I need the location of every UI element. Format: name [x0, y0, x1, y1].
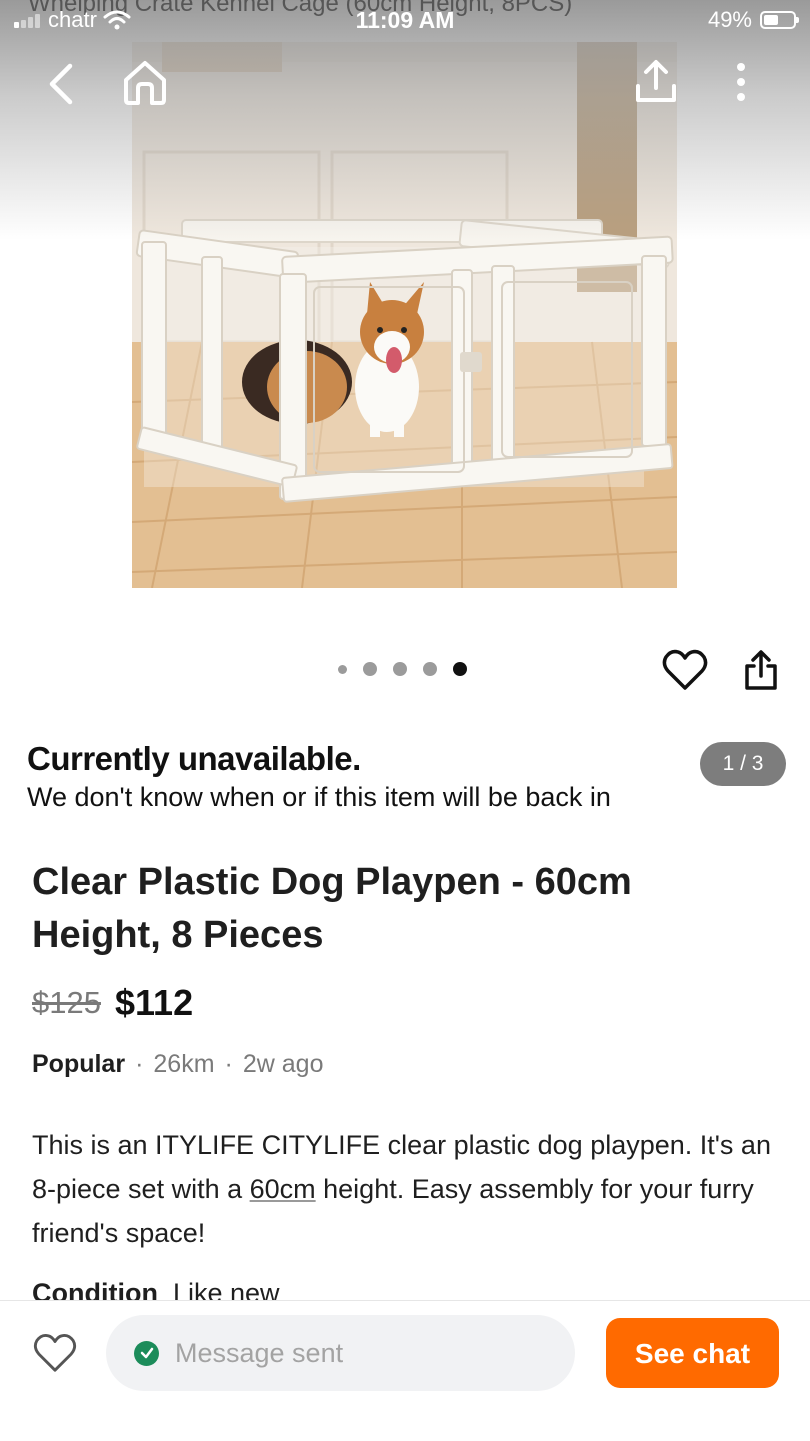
gallery-dot-active[interactable] — [453, 662, 467, 676]
clock: 11:09 AM — [355, 7, 455, 33]
share-button-top[interactable] — [632, 58, 680, 111]
heart-icon — [662, 649, 708, 690]
condition-row: Condition Like new — [32, 1278, 280, 1300]
distance: 26km — [153, 1050, 215, 1078]
heart-icon — [33, 1333, 77, 1372]
back-button[interactable] — [40, 60, 80, 113]
share-button[interactable] — [740, 648, 782, 697]
message-status: Message sent — [175, 1337, 344, 1368]
condition-value: Like new — [172, 1278, 280, 1300]
product-description: This is an ITYLIFE CITYLIFE clear plasti… — [32, 1130, 771, 1248]
gallery-dot[interactable] — [363, 662, 377, 676]
home-button[interactable] — [120, 58, 170, 113]
listing-meta: Popular · 26km · 2w ago — [32, 1050, 324, 1078]
description-link[interactable]: 60cm — [250, 1174, 316, 1204]
unavailable-title: Currently unavailable. — [27, 740, 361, 777]
current-price: $112 — [115, 982, 194, 1023]
vertical-dots-icon — [737, 63, 745, 101]
condition-label: Condition — [32, 1278, 158, 1300]
home-icon — [124, 61, 166, 105]
image-page-indicator: 1 / 3 — [700, 742, 786, 786]
product-title: Clear Plastic Dog Playpen - 60cm Height,… — [32, 861, 632, 956]
see-chat-button[interactable]: See chat — [606, 1318, 779, 1388]
gallery-dot[interactable] — [423, 662, 437, 676]
gallery-dot[interactable] — [393, 662, 407, 676]
check-circle-icon — [134, 1340, 159, 1366]
favorite-button[interactable] — [662, 648, 708, 697]
more-options-button[interactable] — [724, 60, 758, 109]
posted-time: 2w ago — [242, 1050, 324, 1078]
message-field[interactable]: Message sent — [106, 1315, 575, 1391]
battery-icon — [760, 11, 799, 29]
share-icon — [745, 650, 777, 690]
gallery-dots[interactable] — [338, 662, 467, 676]
chevron-left-icon — [49, 63, 73, 105]
popular-tag: Popular — [32, 1050, 126, 1078]
bottom-favorite-button[interactable] — [33, 1332, 77, 1379]
gallery-dot[interactable] — [338, 664, 347, 674]
unavailable-subtitle: We don't know when or if this item will … — [27, 782, 611, 812]
status-bar: chatr 11:09 AM 49% — [0, 0, 810, 40]
battery-percent: 49% — [707, 7, 752, 32]
upload-share-icon — [636, 60, 676, 102]
original-price: $125 — [32, 985, 101, 1020]
